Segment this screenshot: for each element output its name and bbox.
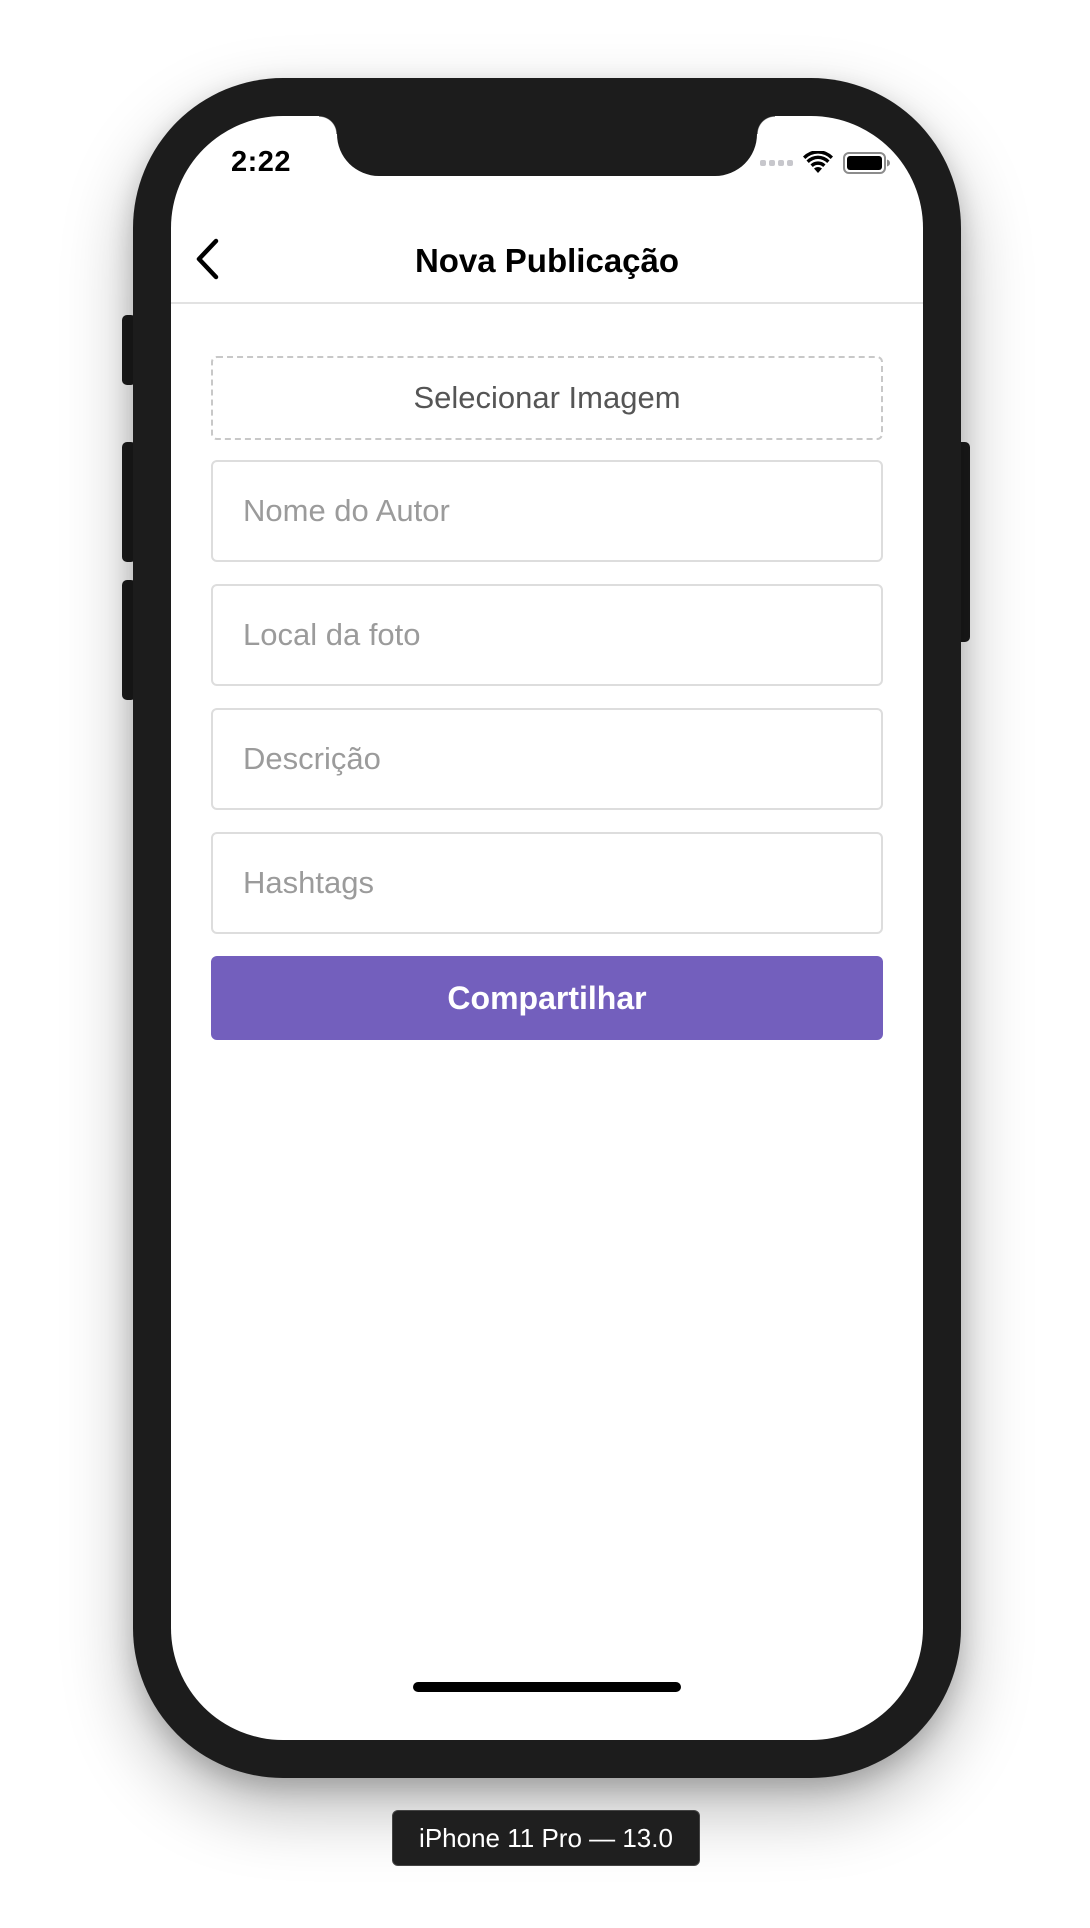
cellular-signal-icon <box>760 160 793 166</box>
navigation-bar: Nova Publicação <box>171 212 923 304</box>
share-button[interactable]: Compartilhar <box>211 956 883 1040</box>
home-indicator[interactable] <box>413 1682 681 1692</box>
screen: 2:22 Nova Publicação Selecionar Imagem N… <box>171 116 923 1740</box>
hashtags-input[interactable] <box>211 832 883 934</box>
simulator-device-label: iPhone 11 Pro — 13.0 <box>392 1810 700 1866</box>
new-post-form: Selecionar Imagem Compartilhar <box>211 356 883 1040</box>
photo-location-input[interactable] <box>211 584 883 686</box>
select-image-button[interactable]: Selecionar Imagem <box>211 356 883 440</box>
status-time: 2:22 <box>231 146 292 178</box>
status-indicators <box>760 150 891 176</box>
wifi-icon <box>803 151 833 173</box>
author-name-input[interactable] <box>211 460 883 562</box>
device-frame: 2:22 Nova Publicação Selecionar Imagem N… <box>133 78 961 1778</box>
notch <box>319 116 775 176</box>
page-title: Nova Publicação <box>414 242 680 279</box>
battery-icon <box>843 152 890 174</box>
description-input[interactable] <box>211 708 883 810</box>
